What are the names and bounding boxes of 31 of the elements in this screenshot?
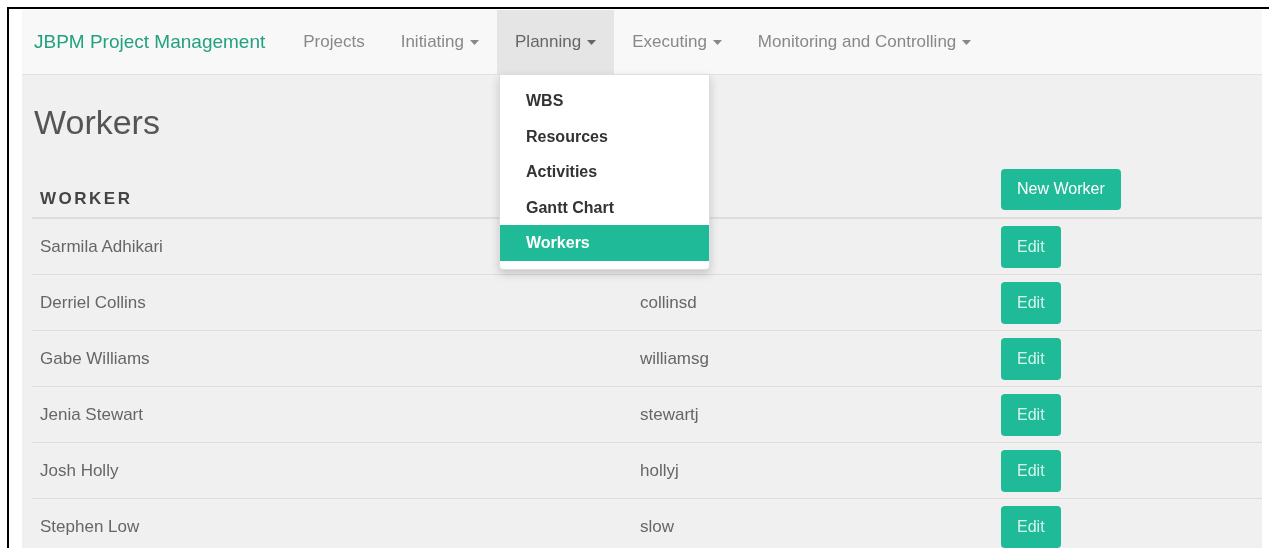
menu-item[interactable]: WBS <box>500 83 709 119</box>
nav-item[interactable]: Initiating <box>382 10 497 74</box>
edit-button[interactable]: Edit <box>1001 225 1061 268</box>
menu-item[interactable]: Activities <box>500 154 709 190</box>
menu-item[interactable]: Resources <box>500 118 709 154</box>
table-cell: stewartj <box>640 404 699 425</box>
edit-button[interactable]: Edit <box>1001 449 1061 492</box>
nav-item[interactable]: Planning <box>497 10 615 74</box>
table-cell: Jenia Stewart <box>40 404 143 425</box>
table-cell: Gabe Williams <box>40 348 150 369</box>
nav-item[interactable]: Monitoring and Controlling <box>739 10 990 74</box>
table-cell: collinsd <box>640 292 697 313</box>
edit-button[interactable]: Edit <box>1001 337 1061 380</box>
table-cell: Sarmila Adhikari <box>40 236 163 257</box>
brand-link[interactable]: JBPM Project Management <box>22 10 286 74</box>
table-cell: Josh Holly <box>40 460 119 481</box>
table-cell: Derriel Collins <box>40 292 146 313</box>
table-cell: Stephen Low <box>40 516 140 537</box>
edit-button[interactable]: Edit <box>1001 393 1061 436</box>
table-cell: hollyj <box>640 460 679 481</box>
page-title: Workers <box>34 103 160 142</box>
nav-item[interactable]: Projects <box>285 10 383 74</box>
menu-item[interactable]: Workers <box>500 225 709 261</box>
column-header: WORKER <box>40 189 133 209</box>
new-worker-button[interactable]: New Worker <box>1001 168 1121 210</box>
table-cell: slow <box>640 516 674 537</box>
nav-item[interactable]: Executing <box>614 10 740 74</box>
menu-item[interactable]: Gantt Chart <box>500 189 709 225</box>
table-cell: williamsg <box>640 348 709 369</box>
edit-button[interactable]: Edit <box>1001 281 1061 324</box>
edit-button[interactable]: Edit <box>1001 505 1061 548</box>
